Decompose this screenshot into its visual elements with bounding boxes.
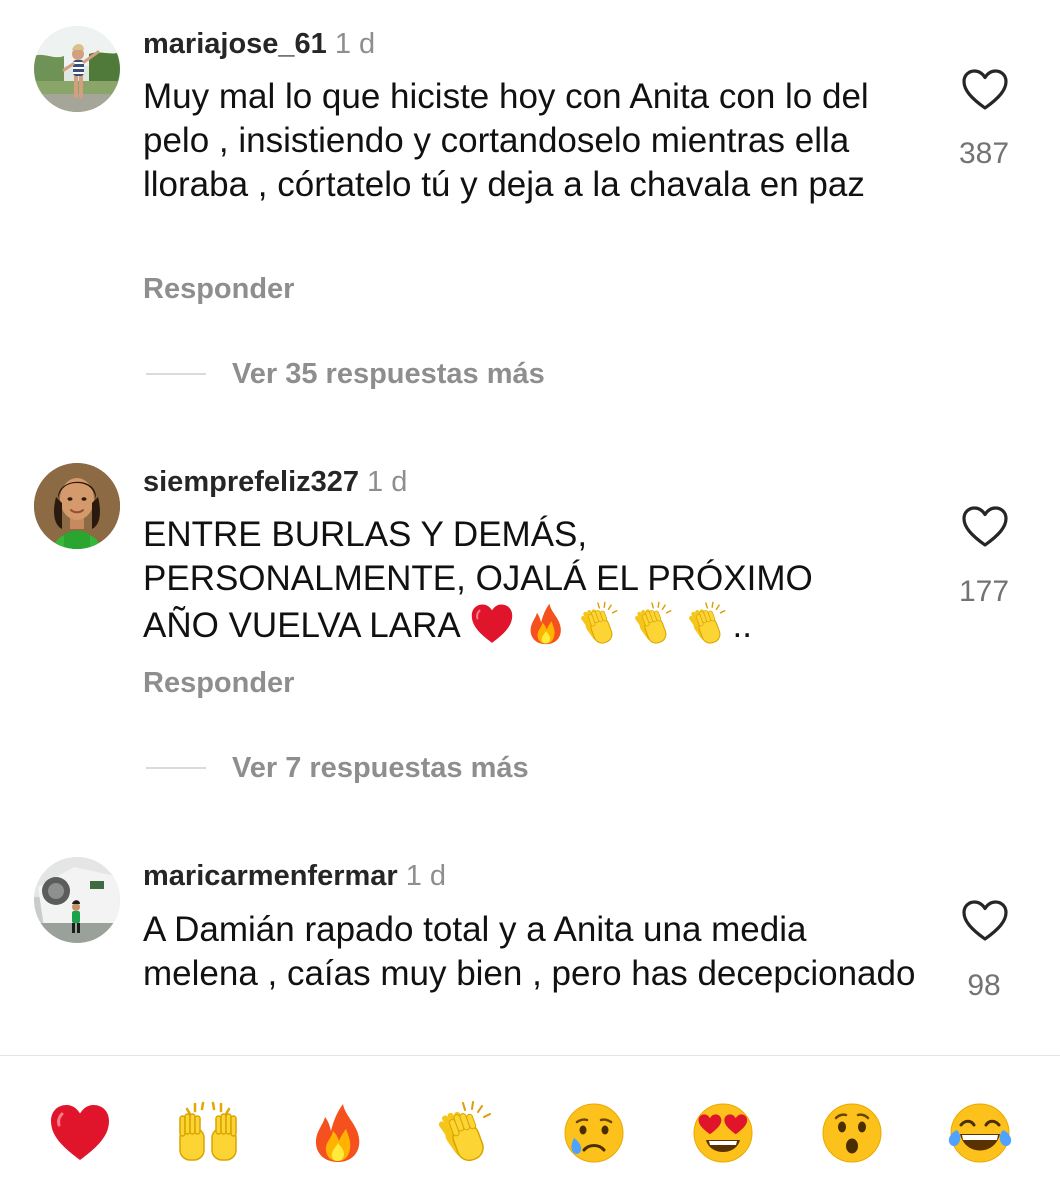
comment-text-line: AÑO VUELVA LARA .. [143,601,923,648]
comments-page: mariajose_61 1 d Muy mal lo que hiciste h… [0,0,1060,1200]
username-line: maricarmenfermar 1 d [143,859,446,893]
fire-icon[interactable] [305,1100,371,1166]
username[interactable]: maricarmenfermar [143,860,398,892]
reply-button[interactable]: Responder [143,666,294,700]
username[interactable]: siemprefeliz327 [143,466,359,498]
comment-text: ENTRE BURLAS Y DEMÁS, PERSONALMENTE, OJA… [143,513,923,648]
username[interactable]: mariajose_61 [143,28,327,60]
heart-eyes-face-icon[interactable] [690,1100,756,1166]
like-count: 387 [958,137,1010,170]
view-replies-button[interactable]: Ver 35 respuestas más [146,357,545,391]
view-replies-label: Ver 7 respuestas más [232,752,529,784]
red-heart-icon[interactable] [47,1100,113,1166]
clapping-hands-icon [577,601,623,645]
comment-text-line: ENTRE BURLAS Y DEMÁS, [143,515,588,554]
username-line: mariajose_61 1 d [143,27,375,61]
like-heart-icon[interactable] [961,68,1009,112]
surprised-face-icon[interactable] [819,1100,885,1166]
reply-button[interactable]: Responder [143,272,294,306]
red-heart-icon [469,601,515,645]
like-heart-icon[interactable] [961,505,1009,549]
clapping-hands-icon[interactable] [433,1100,499,1166]
like-count: 98 [967,969,1001,1002]
comment-text: A Damián rapado total y a Anita una medi… [143,910,916,993]
avatar[interactable] [34,857,120,943]
emoji-reaction-bar [0,1056,1060,1200]
fire-icon [523,601,569,645]
crying-face-icon[interactable] [561,1100,627,1166]
comment-text-trailing: .. [732,606,752,645]
clapping-hands-icon [631,601,677,645]
avatar[interactable] [34,463,120,549]
view-replies-label: Ver 35 respuestas más [232,358,545,390]
username-line: siemprefeliz327 1 d [143,465,407,499]
comment-time: 1 d [367,466,408,498]
tears-of-joy-face-icon[interactable] [947,1100,1013,1166]
raising-hands-icon[interactable] [175,1100,241,1166]
clapping-hands-icon [685,601,731,645]
comment-text-segment: AÑO VUELVA LARA [143,606,459,645]
divider [146,373,206,375]
comment-text-line: PERSONALMENTE, OJALÁ EL PRÓXIMO [143,559,813,598]
comment-time: 1 d [334,28,376,60]
avatar[interactable] [34,26,120,112]
comment-text: Muy mal lo que hiciste hoy con Anita con… [143,77,869,204]
like-count: 177 [958,575,1010,608]
comment-time: 1 d [405,860,447,892]
divider [146,767,206,769]
view-replies-button[interactable]: Ver 7 respuestas más [146,751,529,785]
like-heart-icon[interactable] [961,899,1009,943]
